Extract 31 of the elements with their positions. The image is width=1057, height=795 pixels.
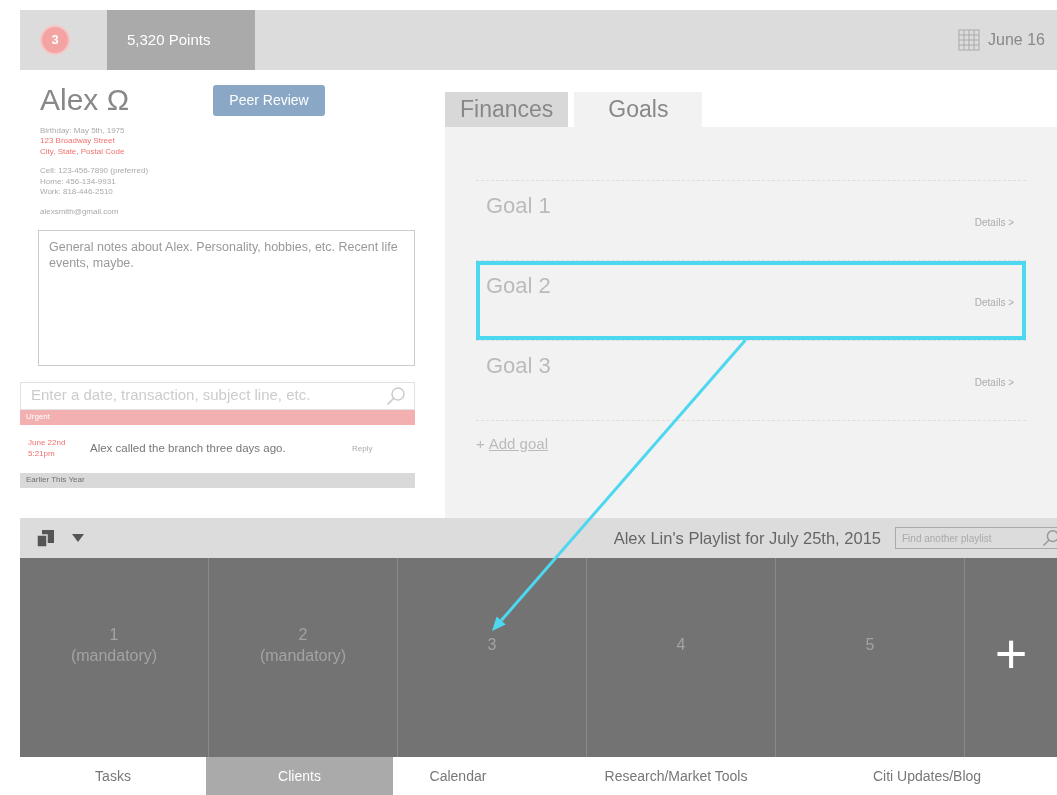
entry-text: Alex called the branch three days ago. <box>90 441 287 457</box>
peer-review-button[interactable]: Peer Review <box>213 85 325 116</box>
windows-icon[interactable] <box>36 528 55 548</box>
notification-badge[interactable]: 3 <box>40 25 70 55</box>
reply-link[interactable]: Reply <box>352 443 373 454</box>
notes-field[interactable]: General notes about Alex. Personality, hobbies, etc. Recent life events, maybe. <box>38 229 415 366</box>
address-line: City, State, Postal Code <box>40 146 126 158</box>
details-link[interactable]: Details > <box>974 295 1014 310</box>
points-counter[interactable]: 5,320 Points <box>107 10 255 70</box>
details-link[interactable]: Details > <box>974 375 1014 390</box>
playlist-title: Alex Lin's Playlist for July 25th, 2015 <box>613 527 881 549</box>
nav-tab[interactable]: Clients <box>206 757 393 795</box>
phone-line: Home: 456-134-9931 <box>40 176 117 187</box>
entry-date: June 22nd 5:21pm <box>28 438 67 460</box>
tab[interactable]: Goals <box>574 92 703 127</box>
plus-icon: + <box>476 433 485 456</box>
client-name: Alex Ω <box>40 85 131 115</box>
birthday-text: Birthday: May 5th, 1975 <box>40 126 126 137</box>
section-header: Earlier This Year <box>20 472 415 488</box>
details-link[interactable]: Details > <box>974 215 1014 230</box>
search-icon[interactable] <box>386 385 406 406</box>
phone-line: Work: 818-446-2510 <box>40 186 114 198</box>
phone-line: Cell: 123-456-7890 (preferred) <box>40 166 150 177</box>
email-text: alexsmith@gmail.com <box>40 207 120 218</box>
tab[interactable]: Finances <box>445 92 569 127</box>
add-slot-button[interactable]: + <box>965 558 1057 757</box>
search-icon[interactable] <box>1042 529 1057 547</box>
caret-icon[interactable] <box>71 533 85 543</box>
address-line: 123 Broadway Street <box>40 136 116 147</box>
date-label: June 16 <box>988 30 1045 50</box>
calendar-icon[interactable] <box>958 29 981 51</box>
